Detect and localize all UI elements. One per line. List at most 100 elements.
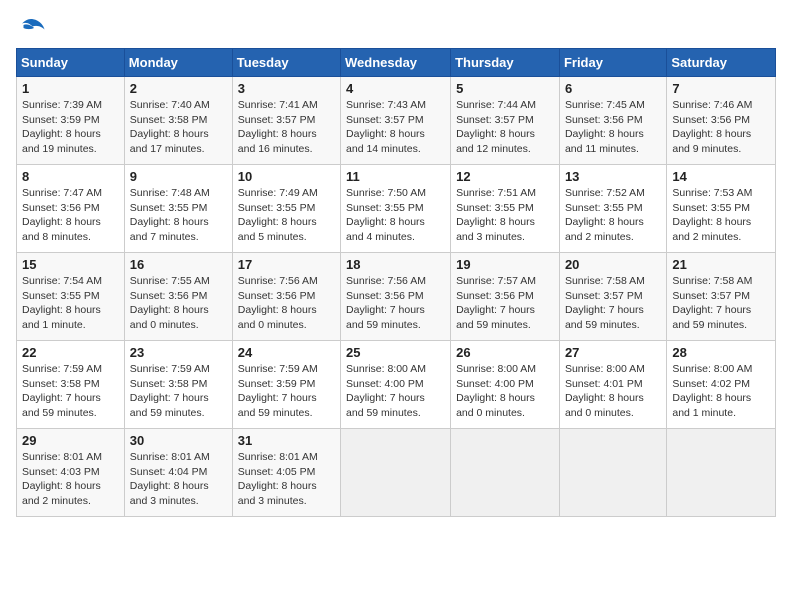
day-number: 31 [238,433,335,448]
cell-info: Sunrise: 7:56 AMSunset: 3:56 PMDaylight:… [238,274,335,333]
day-number: 24 [238,345,335,360]
day-number: 25 [346,345,445,360]
cell-info: Sunrise: 7:54 AMSunset: 3:55 PMDaylight:… [22,274,119,333]
day-number: 11 [346,169,445,184]
day-number: 10 [238,169,335,184]
day-number: 17 [238,257,335,272]
day-number: 27 [565,345,661,360]
day-number: 8 [22,169,119,184]
cell-info: Sunrise: 7:59 AMSunset: 3:58 PMDaylight:… [22,362,119,421]
calendar-cell: 2Sunrise: 7:40 AMSunset: 3:58 PMDaylight… [124,77,232,165]
calendar-cell: 9 Sunrise: 7:48 AMSunset: 3:55 PMDaylight… [124,165,232,253]
day-number: 12 [456,169,554,184]
calendar-cell [559,429,666,517]
cell-info: Sunrise: 7:50 AMSunset: 3:55 PMDaylight:… [346,186,445,245]
weekday-header-sunday: Sunday [17,49,125,77]
cell-info: Sunrise: 7:44 AMSunset: 3:57 PMDaylight:… [456,98,554,157]
logo-icon [16,16,46,40]
day-number: 1 [22,81,119,96]
cell-info: Sunrise: 8:01 AMSunset: 4:04 PMDaylight:… [130,450,227,509]
cell-info: Sunrise: 7:45 AMSunset: 3:56 PMDaylight:… [565,98,661,157]
cell-info: Sunrise: 8:00 AMSunset: 4:00 PMDaylight:… [456,362,554,421]
calendar-cell: 12 Sunrise: 7:51 AMSunset: 3:55 PMDayligh… [451,165,560,253]
cell-info: Sunrise: 7:56 AMSunset: 3:56 PMDaylight:… [346,274,445,333]
cell-info: Sunrise: 8:00 AMSunset: 4:02 PMDaylight:… [672,362,770,421]
calendar-cell [341,429,451,517]
calendar-cell: 24 Sunrise: 7:59 AMSunset: 3:59 PMDayligh… [232,341,340,429]
weekday-header-wednesday: Wednesday [341,49,451,77]
calendar-cell: 27 Sunrise: 8:00 AMSunset: 4:01 PMDayligh… [559,341,666,429]
day-number: 13 [565,169,661,184]
day-number: 19 [456,257,554,272]
day-number: 6 [565,81,661,96]
day-number: 30 [130,433,227,448]
cell-info: Sunrise: 7:59 AMSunset: 3:58 PMDaylight:… [130,362,227,421]
calendar-cell: 28 Sunrise: 8:00 AMSunset: 4:02 PMDayligh… [667,341,776,429]
day-number: 18 [346,257,445,272]
calendar-cell: 25 Sunrise: 8:00 AMSunset: 4:00 PMDayligh… [341,341,451,429]
cell-info: Sunrise: 7:47 AMSunset: 3:56 PMDaylight:… [22,186,119,245]
day-number: 29 [22,433,119,448]
calendar-cell: 26 Sunrise: 8:00 AMSunset: 4:00 PMDayligh… [451,341,560,429]
calendar-cell: 21 Sunrise: 7:58 AMSunset: 3:57 PMDayligh… [667,253,776,341]
day-number: 23 [130,345,227,360]
day-number: 28 [672,345,770,360]
cell-info: Sunrise: 7:46 AMSunset: 3:56 PMDaylight:… [672,98,770,157]
calendar-cell: 5Sunrise: 7:44 AMSunset: 3:57 PMDaylight… [451,77,560,165]
day-number: 22 [22,345,119,360]
day-number: 15 [22,257,119,272]
cell-info: Sunrise: 7:49 AMSunset: 3:55 PMDaylight:… [238,186,335,245]
calendar-cell: 13 Sunrise: 7:52 AMSunset: 3:55 PMDayligh… [559,165,666,253]
logo [16,16,50,40]
cell-info: Sunrise: 7:57 AMSunset: 3:56 PMDaylight:… [456,274,554,333]
page-header [16,16,776,40]
calendar-cell: 30 Sunrise: 8:01 AMSunset: 4:04 PMDayligh… [124,429,232,517]
cell-info: Sunrise: 7:40 AMSunset: 3:58 PMDaylight:… [130,98,227,157]
calendar-cell [451,429,560,517]
cell-info: Sunrise: 7:59 AMSunset: 3:59 PMDaylight:… [238,362,335,421]
cell-info: Sunrise: 7:58 AMSunset: 3:57 PMDaylight:… [565,274,661,333]
calendar-cell: 29 Sunrise: 8:01 AMSunset: 4:03 PMDayligh… [17,429,125,517]
cell-info: Sunrise: 8:01 AMSunset: 4:03 PMDaylight:… [22,450,119,509]
calendar-cell: 10 Sunrise: 7:49 AMSunset: 3:55 PMDayligh… [232,165,340,253]
day-number: 4 [346,81,445,96]
cell-info: Sunrise: 8:00 AMSunset: 4:00 PMDaylight:… [346,362,445,421]
day-number: 26 [456,345,554,360]
calendar-cell: 4 Sunrise: 7:43 AMSunset: 3:57 PMDaylight… [341,77,451,165]
calendar-cell: 1 Sunrise: 7:39 AMSunset: 3:59 PMDaylight… [17,77,125,165]
calendar-cell: 16Sunrise: 7:55 AMSunset: 3:56 PMDayligh… [124,253,232,341]
day-number: 14 [672,169,770,184]
weekday-header-monday: Monday [124,49,232,77]
calendar-cell: 23 Sunrise: 7:59 AMSunset: 3:58 PMDayligh… [124,341,232,429]
day-number: 9 [130,169,227,184]
cell-info: Sunrise: 7:53 AMSunset: 3:55 PMDaylight:… [672,186,770,245]
calendar-cell [667,429,776,517]
day-number: 21 [672,257,770,272]
calendar-table: SundayMondayTuesdayWednesdayThursdayFrid… [16,48,776,517]
day-number: 20 [565,257,661,272]
weekday-header-friday: Friday [559,49,666,77]
weekday-header-tuesday: Tuesday [232,49,340,77]
calendar-cell: 6 Sunrise: 7:45 AMSunset: 3:56 PMDaylight… [559,77,666,165]
calendar-cell: 17 Sunrise: 7:56 AMSunset: 3:56 PMDayligh… [232,253,340,341]
calendar-cell: 18 Sunrise: 7:56 AMSunset: 3:56 PMDayligh… [341,253,451,341]
cell-info: Sunrise: 8:01 AMSunset: 4:05 PMDaylight:… [238,450,335,509]
weekday-header-thursday: Thursday [451,49,560,77]
day-number: 3 [238,81,335,96]
calendar-cell: 3Sunrise: 7:41 AMSunset: 3:57 PMDaylight… [232,77,340,165]
cell-info: Sunrise: 7:39 AMSunset: 3:59 PMDaylight:… [22,98,119,157]
cell-info: Sunrise: 7:43 AMSunset: 3:57 PMDaylight:… [346,98,445,157]
cell-info: Sunrise: 7:52 AMSunset: 3:55 PMDaylight:… [565,186,661,245]
cell-info: Sunrise: 7:58 AMSunset: 3:57 PMDaylight:… [672,274,770,333]
day-number: 7 [672,81,770,96]
calendar-cell: 8 Sunrise: 7:47 AMSunset: 3:56 PMDaylight… [17,165,125,253]
calendar-cell: 31 Sunrise: 8:01 AMSunset: 4:05 PMDayligh… [232,429,340,517]
calendar-cell: 7 Sunrise: 7:46 AMSunset: 3:56 PMDaylight… [667,77,776,165]
cell-info: Sunrise: 8:00 AMSunset: 4:01 PMDaylight:… [565,362,661,421]
calendar-cell: 15 Sunrise: 7:54 AMSunset: 3:55 PMDayligh… [17,253,125,341]
cell-info: Sunrise: 7:51 AMSunset: 3:55 PMDaylight:… [456,186,554,245]
calendar-cell: 22 Sunrise: 7:59 AMSunset: 3:58 PMDayligh… [17,341,125,429]
calendar-cell: 19 Sunrise: 7:57 AMSunset: 3:56 PMDayligh… [451,253,560,341]
cell-info: Sunrise: 7:48 AMSunset: 3:55 PMDaylight:… [130,186,227,245]
weekday-header-saturday: Saturday [667,49,776,77]
